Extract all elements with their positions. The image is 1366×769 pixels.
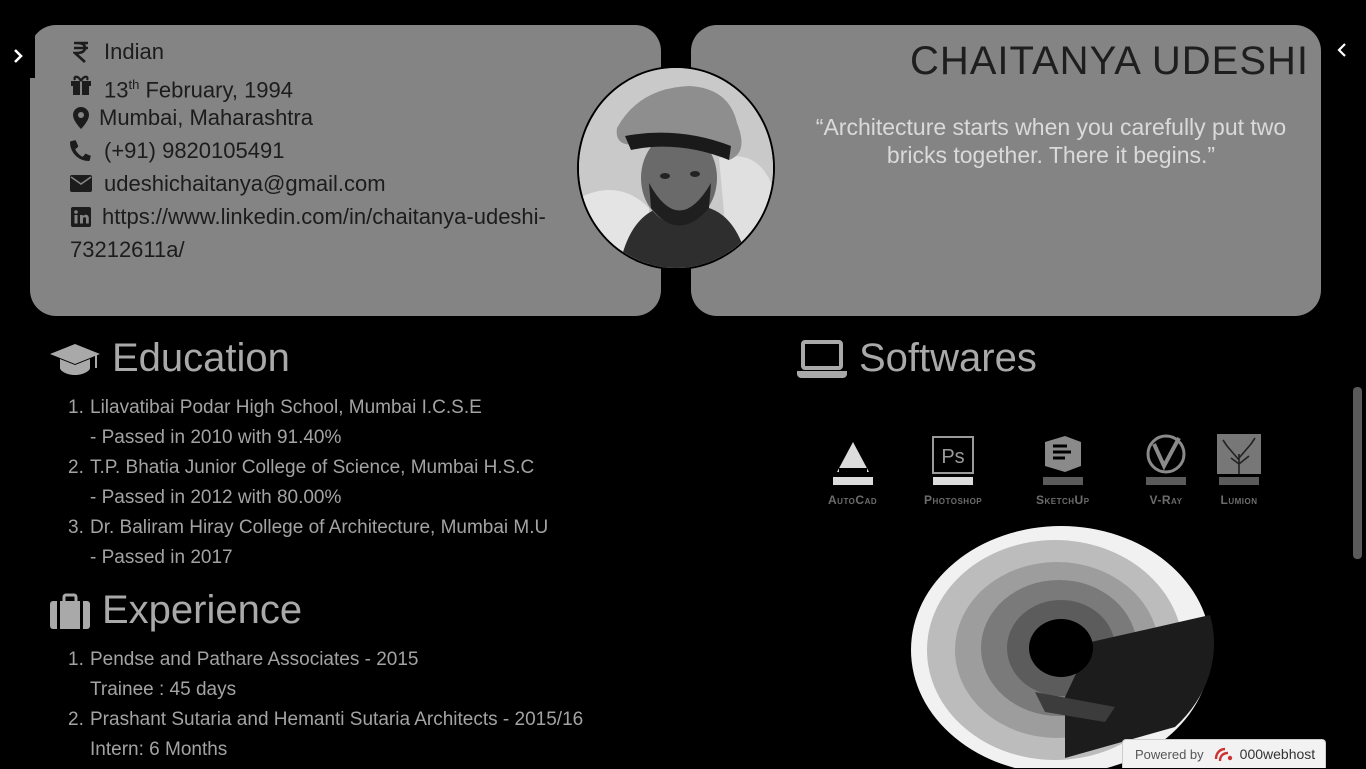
profile-card: CHAITANYA UDESHI “Architecture starts wh…	[691, 25, 1321, 316]
photoshop-icon: Ps	[932, 434, 975, 474]
envelope-icon	[70, 167, 92, 200]
education-school: Dr. Baliram Hiray College of Architectur…	[90, 517, 549, 538]
skills-radial-chart	[911, 526, 1215, 768]
000webhost-logo-icon	[1212, 745, 1234, 763]
phone-row: (+91) 9820105491	[70, 134, 284, 167]
scrollbar-thumb[interactable]	[1353, 387, 1362, 559]
list-item-number: 2.	[68, 457, 84, 478]
contact-info-card: Indian 13th February, 1994 Mumbai, Mahar…	[30, 25, 661, 316]
education-result: - Passed in 2017	[90, 547, 233, 568]
rupee-icon	[70, 35, 92, 68]
nationality-row: Indian	[70, 35, 164, 68]
laptop-icon	[797, 339, 847, 378]
software-item-vray: V-Ray	[1143, 434, 1189, 507]
nationality-text: Indian	[104, 39, 164, 64]
education-heading: Education	[50, 336, 290, 381]
lumion-icon	[1217, 434, 1261, 474]
email-row: udeshichaitanya@gmail.com	[70, 167, 386, 200]
profile-name: CHAITANYA UDESHI	[909, 39, 1309, 83]
phone-text[interactable]: (+91) 9820105491	[104, 134, 284, 167]
software-item-photoshop: Ps Photoshop	[924, 434, 982, 507]
software-item-sketchup: SketchUp	[1036, 434, 1090, 507]
softwares-title: Softwares	[859, 336, 1037, 380]
sketchup-icon	[1041, 434, 1085, 474]
linkedin-row-cont: 73212611a/	[70, 233, 185, 266]
software-item-autocad: AutoCad	[828, 434, 877, 507]
experience-firm: Prashant Sutaria and Hemanti Sutaria Arc…	[90, 709, 584, 730]
location-row: Mumbai, Maharashtra	[70, 101, 313, 134]
linkedin-url-line2[interactable]: 73212611a/	[70, 233, 185, 266]
autocad-icon	[835, 434, 871, 474]
education-school: Lilavatibai Podar High School, Mumbai I.…	[90, 397, 482, 418]
phone-icon	[70, 134, 92, 167]
email-text[interactable]: udeshichaitanya@gmail.com	[104, 167, 386, 200]
left-panel-toggle[interactable]	[0, 34, 35, 78]
powered-by-text: Powered by	[1135, 746, 1204, 762]
dob-day: 13	[104, 77, 129, 103]
page-scrollbar[interactable]	[1350, 0, 1366, 768]
experience-heading: Experience	[50, 588, 302, 633]
experience-firm: Pendse and Pathare Associates - 2015	[90, 649, 419, 670]
education-school: T.P. Bhatia Junior College of Science, M…	[90, 457, 535, 478]
education-result: - Passed in 2010 with 91.40%	[90, 427, 342, 448]
experience-title: Experience	[102, 588, 303, 632]
linkedin-icon	[70, 200, 92, 233]
list-item-number: 1.	[68, 397, 84, 418]
profile-avatar	[577, 66, 775, 270]
graduation-cap-icon	[50, 342, 100, 376]
software-label: Lumion	[1220, 493, 1258, 507]
briefcase-icon	[50, 593, 90, 629]
software-label: AutoCad	[828, 493, 878, 507]
powered-by-brand: 000webhost	[1239, 746, 1316, 762]
gift-icon	[70, 68, 92, 101]
software-label: SketchUp	[1036, 493, 1090, 507]
softwares-heading: Softwares	[797, 336, 1037, 381]
software-item-lumion: Lumion	[1217, 434, 1261, 507]
list-item-number: 2.	[68, 709, 84, 730]
list-item-number: 3.	[68, 517, 84, 538]
education-title: Education	[112, 336, 290, 380]
experience-role: Trainee : 45 days	[90, 679, 237, 700]
software-label: V-Ray	[1149, 493, 1183, 507]
chevron-left-icon	[1337, 43, 1346, 57]
powered-by-badge[interactable]: Powered by 000webhost	[1122, 739, 1326, 768]
software-label: Photoshop	[924, 493, 983, 507]
list-item-number: 1.	[68, 649, 84, 670]
map-marker-icon	[70, 101, 92, 134]
linkedin-url-line1[interactable]: https://www.linkedin.com/in/chaitanya-ud…	[102, 200, 546, 233]
chevron-right-icon	[13, 49, 23, 63]
experience-role: Intern: 6 Months	[90, 739, 228, 760]
vray-icon	[1143, 434, 1189, 474]
education-result: - Passed in 2012 with 80.00%	[90, 487, 342, 508]
dob-rest: February, 1994	[139, 77, 294, 103]
svg-text:Ps: Ps	[941, 446, 964, 468]
dob-suffix: th	[128, 77, 140, 92]
profile-quote: “Architecture starts when you carefully …	[815, 114, 1287, 168]
location-text: Mumbai, Maharashtra	[99, 105, 313, 130]
linkedin-row: https://www.linkedin.com/in/chaitanya-ud…	[70, 200, 546, 233]
